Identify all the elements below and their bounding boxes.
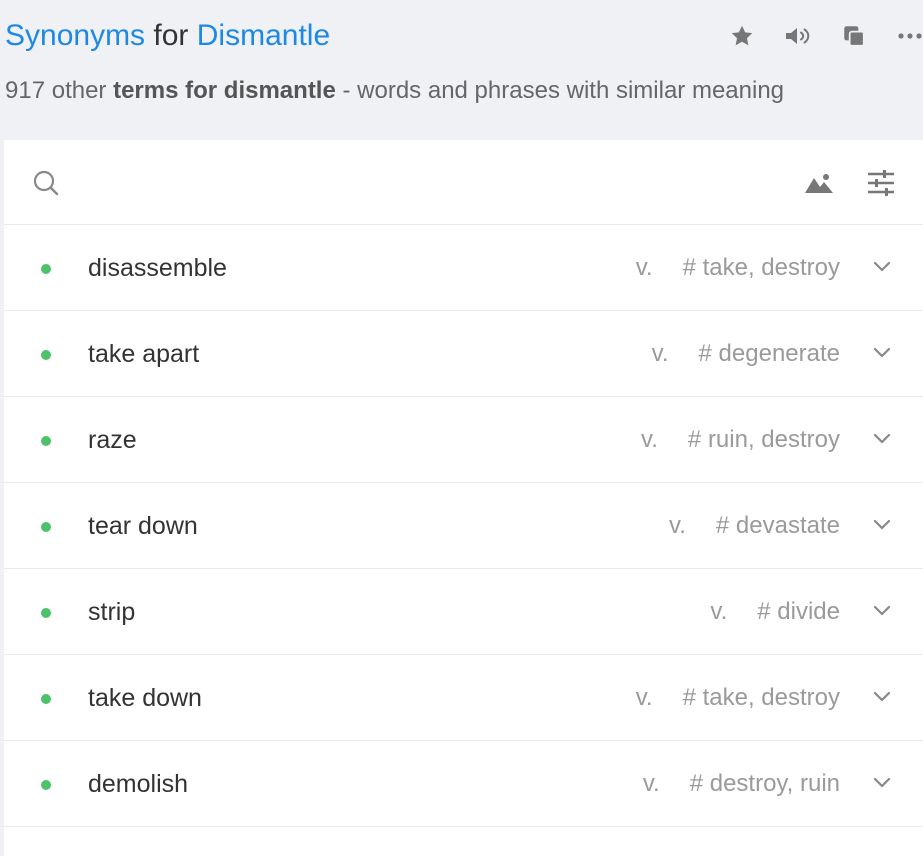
part-of-speech: v. [642, 770, 660, 797]
chevron-down-icon[interactable] [870, 771, 894, 795]
results-toolbar [4, 140, 923, 225]
title-word[interactable]: Dismantle [197, 19, 330, 52]
synonym-tags: # take, destroy [682, 684, 840, 711]
relevance-dot [41, 780, 51, 790]
subtitle-text-1: other [51, 77, 107, 104]
synonym-meta: v. # devastate [669, 483, 840, 569]
image-icon[interactable] [802, 167, 836, 199]
chevron-down-icon[interactable] [870, 427, 894, 451]
chevron-down-icon[interactable] [870, 513, 894, 537]
synonym-word[interactable]: disassemble [88, 225, 227, 311]
chevron-down-icon[interactable] [870, 255, 894, 279]
copy-icon[interactable] [838, 20, 870, 52]
chevron-down-icon[interactable] [870, 599, 894, 623]
relevance-dot [41, 350, 51, 360]
relevance-dot [41, 694, 51, 704]
synonym-meta: v. # degenerate [652, 311, 840, 397]
synonym-row[interactable]: disassemble v. # take, destroy [4, 225, 923, 311]
synonym-row[interactable]: take apart v. # degenerate [4, 311, 923, 397]
subtitle: 917 other terms for dismantle - words an… [5, 76, 784, 106]
part-of-speech: v. [710, 598, 728, 625]
synonym-meta: v. # destroy, ruin [643, 741, 840, 827]
speaker-icon[interactable] [782, 20, 814, 52]
relevance-dot [41, 264, 51, 274]
synonym-tags: # devastate [715, 512, 840, 539]
relevance-dot [41, 522, 51, 532]
page-header: Synonyms for Dismantle 917 other terms f… [0, 0, 923, 140]
chevron-down-icon[interactable] [870, 685, 894, 709]
relevance-dot [41, 436, 51, 446]
synonym-word[interactable]: strip [88, 569, 135, 655]
chevron-down-icon[interactable] [870, 341, 894, 365]
results-card: disassemble v. # take, destroy take apar… [4, 140, 923, 856]
synonym-meta: v. # take, destroy [636, 655, 840, 741]
page-title: Synonyms for Dismantle [5, 18, 330, 54]
synonym-word[interactable]: demolish [88, 741, 188, 827]
synonym-meta: v. # take, destroy [636, 225, 840, 311]
synonym-meta: v. # divide [710, 569, 840, 655]
synonym-count: 917 [5, 77, 46, 104]
title-synonyms[interactable]: Synonyms [5, 19, 145, 52]
subtitle-bold: terms for dismantle [113, 77, 336, 104]
synonym-word[interactable]: take down [88, 655, 202, 741]
synonym-row[interactable]: demolish v. # destroy, ruin [4, 741, 923, 827]
synonym-tags: # degenerate [698, 340, 840, 367]
part-of-speech: v. [651, 340, 669, 367]
synonym-word[interactable]: tear down [88, 483, 198, 569]
synonym-row[interactable]: raze v. # ruin, destroy [4, 397, 923, 483]
more-icon[interactable] [894, 20, 923, 52]
search-icon[interactable] [31, 168, 61, 198]
synonym-word[interactable]: take apart [88, 311, 199, 397]
synonym-row[interactable]: take down v. # take, destroy [4, 655, 923, 741]
part-of-speech: v. [669, 512, 686, 539]
synonym-row[interactable]: strip v. # divide [4, 569, 923, 655]
header-actions [726, 20, 923, 52]
subtitle-text-2: - words and phrases with similar meaning [342, 77, 785, 104]
synonym-tags: # destroy, ruin [689, 770, 840, 797]
synonym-tags: # take, destroy [682, 254, 840, 281]
relevance-dot [41, 608, 51, 618]
part-of-speech: v. [635, 684, 653, 711]
part-of-speech: v. [635, 254, 653, 281]
part-of-speech: v. [641, 426, 658, 453]
synonym-tags: # ruin, destroy [687, 426, 840, 453]
synonym-tags: # divide [757, 598, 840, 625]
filter-sliders-icon[interactable] [864, 167, 898, 199]
synonym-list: disassemble v. # take, destroy take apar… [4, 225, 923, 827]
synonym-meta: v. # ruin, destroy [641, 397, 840, 483]
synonym-word[interactable]: raze [88, 397, 137, 483]
star-icon[interactable] [726, 20, 758, 52]
title-for: for [153, 19, 189, 52]
synonym-row[interactable]: tear down v. # devastate [4, 483, 923, 569]
